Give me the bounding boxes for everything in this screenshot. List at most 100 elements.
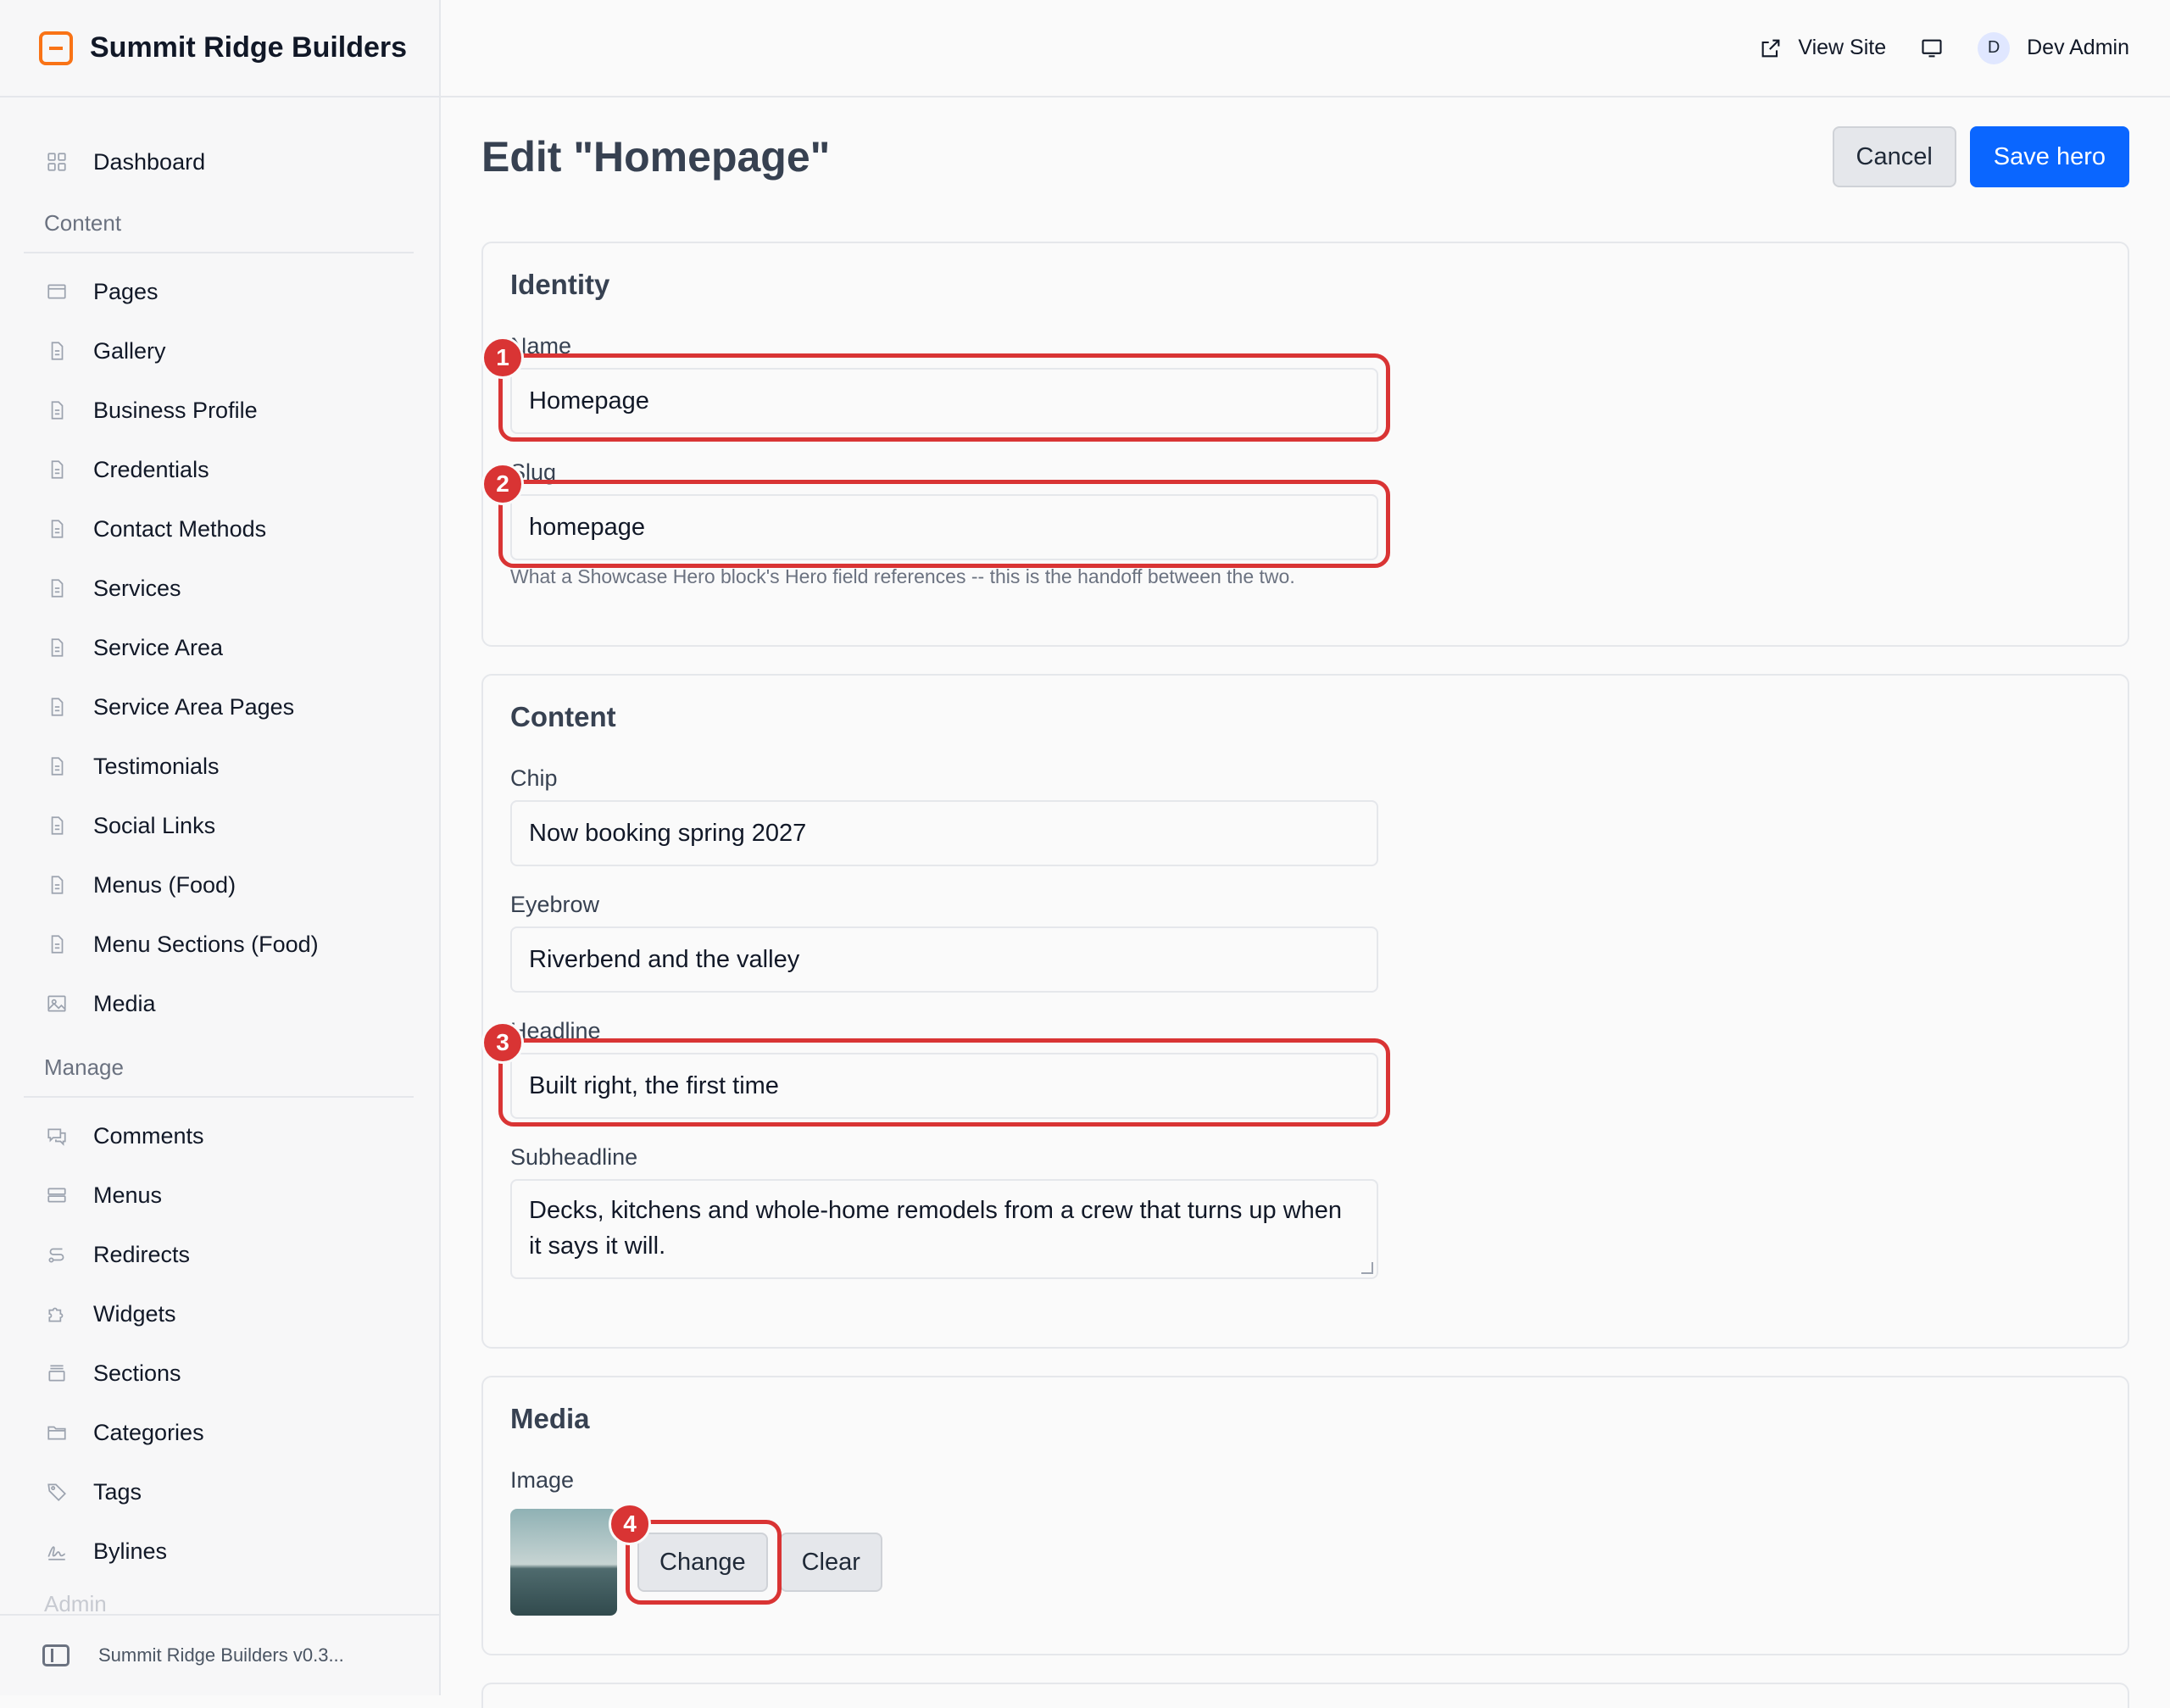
sidebar-item-tags[interactable]: Tags xyxy=(0,1462,439,1522)
document-icon xyxy=(46,399,68,421)
next-card-edge xyxy=(481,1683,2129,1708)
image-label: Image xyxy=(510,1467,575,1493)
slug-field-group: Slug homepage What a Showcase Hero block… xyxy=(481,459,2100,588)
slug-input[interactable]: homepage xyxy=(510,494,1378,560)
eyebrow-field-group: Eyebrow Riverbend and the valley xyxy=(510,892,2100,993)
save-hero-button[interactable]: Save hero xyxy=(1969,126,2129,187)
brand-name: Summit Ridge Builders xyxy=(90,31,408,64)
monitor-icon xyxy=(1922,39,1942,57)
sidebar-item-menus[interactable]: Menus xyxy=(0,1166,439,1225)
sidebar-item-widgets[interactable]: Widgets xyxy=(0,1284,439,1344)
grid-icon xyxy=(46,151,68,173)
media-card: Media Image Change Clear 4 xyxy=(481,1376,2129,1655)
headline-field-group: Headline Built right, the first time 3 xyxy=(481,1018,2100,1127)
sidebar-item-pages[interactable]: Pages xyxy=(0,262,439,321)
subheadline-textarea[interactable]: Decks, kitchens and whole-home remodels … xyxy=(510,1179,1378,1279)
identity-card: Identity Name Homepage 1 Slug homepage W… xyxy=(481,242,2129,647)
sidebar-item-label: Services xyxy=(93,575,181,601)
sidebar-item-service-area[interactable]: Service Area xyxy=(0,618,439,677)
sidebar-item-gallery[interactable]: Gallery xyxy=(0,321,439,381)
user-name: Dev Admin xyxy=(2027,36,2129,59)
media-title: Media xyxy=(510,1403,590,1434)
sections-icon xyxy=(46,1362,68,1384)
view-site-link[interactable]: View Site xyxy=(1759,36,1886,60)
document-icon xyxy=(46,459,68,481)
chip-label: Chip xyxy=(510,765,558,791)
image-icon xyxy=(46,993,68,1015)
image-picker: Change Clear 4 xyxy=(510,1503,2100,1616)
sidebar-item-service-area-pages[interactable]: Service Area Pages xyxy=(0,677,439,737)
brand[interactable]: Summit Ridge Builders xyxy=(0,0,439,97)
layout-icon xyxy=(46,281,68,303)
image-thumbnail[interactable] xyxy=(510,1509,617,1616)
step-badge: 1 xyxy=(481,337,524,379)
identity-title: Identity xyxy=(510,269,610,300)
sidebar-item-label: Redirects xyxy=(93,1241,191,1267)
nav-group-manage: Manage xyxy=(44,1054,124,1080)
sidebar-item-bylines[interactable]: Bylines xyxy=(0,1522,439,1581)
sidebar-item-menu-sections-food[interactable]: Menu Sections (Food) xyxy=(0,915,439,974)
sidebar-item-label: Business Profile xyxy=(93,397,258,423)
comments-icon xyxy=(46,1125,68,1147)
sidebar-footer[interactable]: Summit Ridge Builders v0.3... xyxy=(0,1614,439,1695)
page-title: Edit "Homepage" xyxy=(481,133,831,181)
eyebrow-input[interactable]: Riverbend and the valley xyxy=(510,926,1378,993)
sidebar-item-business-profile[interactable]: Business Profile xyxy=(0,381,439,440)
document-icon xyxy=(46,637,68,659)
user-menu[interactable]: D Dev Admin xyxy=(1978,31,2129,64)
sidebar-item-menus-food[interactable]: Menus (Food) xyxy=(0,855,439,915)
header-actions: Cancel Save hero xyxy=(1832,126,2129,187)
sidebar-item-label: Contact Methods xyxy=(93,515,267,542)
puzzle-icon xyxy=(46,1303,68,1325)
folder-icon xyxy=(46,1421,68,1444)
sidebar-item-services[interactable]: Services xyxy=(0,559,439,618)
name-input[interactable]: Homepage xyxy=(510,368,1378,434)
sidebar-item-label: Service Area xyxy=(93,634,224,660)
step-badge: 4 xyxy=(609,1503,651,1545)
sidebar-item-label: Widgets xyxy=(93,1300,176,1327)
main-content: Edit "Homepage" Cancel Save hero Identit… xyxy=(481,97,2129,1708)
sidebar-item-label: Gallery xyxy=(93,337,166,364)
nav-group-content: Content xyxy=(44,209,122,236)
divider xyxy=(24,1096,414,1098)
sidebar-item-contact-methods[interactable]: Contact Methods xyxy=(0,499,439,559)
topbar: View Site D Dev Admin xyxy=(441,0,2170,97)
sidebar-item-testimonials[interactable]: Testimonials xyxy=(0,737,439,796)
view-site-label: View Site xyxy=(1798,36,1887,59)
sidebar-item-sections[interactable]: Sections xyxy=(0,1344,439,1403)
sidebar-item-comments[interactable]: Comments xyxy=(0,1106,439,1166)
version-label: Summit Ridge Builders v0.3... xyxy=(98,1644,344,1666)
sidebar-item-redirects[interactable]: Redirects xyxy=(0,1225,439,1284)
sidebar-item-label: Service Area Pages xyxy=(93,693,295,720)
document-icon xyxy=(46,696,68,718)
slug-help-text: What a Showcase Hero block's Hero field … xyxy=(510,565,1295,587)
clear-image-button[interactable]: Clear xyxy=(779,1533,882,1592)
sidebar-item-credentials[interactable]: Credentials xyxy=(0,440,439,499)
route-icon xyxy=(46,1243,68,1266)
chip-field-group: Chip Now booking spring 2027 xyxy=(510,765,2100,866)
divider xyxy=(24,252,414,253)
sidebar-item-label: Social Links xyxy=(93,812,216,838)
document-icon xyxy=(46,874,68,896)
sidebar-toggle-icon xyxy=(42,1644,70,1666)
chip-input[interactable]: Now booking spring 2027 xyxy=(510,800,1378,866)
change-image-button[interactable]: Change xyxy=(637,1533,768,1592)
eyebrow-label: Eyebrow xyxy=(510,892,600,917)
subheadline-label: Subheadline xyxy=(510,1144,638,1170)
document-icon xyxy=(46,518,68,540)
sidebar-item-social-links[interactable]: Social Links xyxy=(0,796,439,855)
sidebar-item-dashboard[interactable]: Dashboard xyxy=(0,131,439,192)
document-icon xyxy=(46,755,68,777)
document-icon xyxy=(46,577,68,599)
sidebar-item-label: Menu Sections (Food) xyxy=(93,931,319,957)
display-toggle-button[interactable] xyxy=(1920,36,1944,60)
sidebar-item-media[interactable]: Media xyxy=(0,974,439,1033)
cancel-button[interactable]: Cancel xyxy=(1832,126,1956,187)
sidebar-item-label: Media xyxy=(93,990,156,1016)
headline-input[interactable]: Built right, the first time xyxy=(510,1053,1378,1119)
name-field-group: Name Homepage 1 xyxy=(481,333,2100,442)
sidebar-nav: Dashboard Content Pages Gallery Business… xyxy=(0,97,439,1622)
step-badge: 3 xyxy=(481,1021,524,1064)
subheadline-field-group: Subheadline Decks, kitchens and whole-ho… xyxy=(510,1144,2100,1279)
sidebar-item-categories[interactable]: Categories xyxy=(0,1403,439,1462)
